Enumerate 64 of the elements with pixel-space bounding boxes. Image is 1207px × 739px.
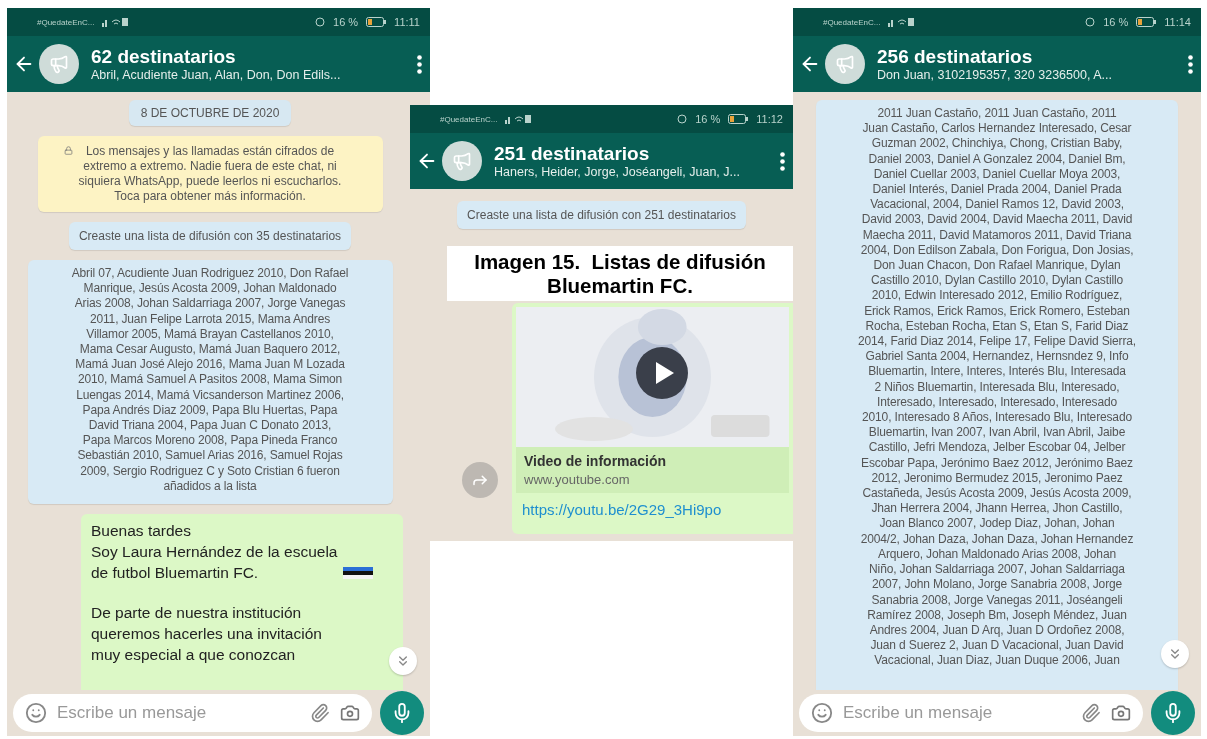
message-text: Buenas tardes Soy Laura Hernández de la escuela de futbol Bluemartin FC. <box>91 521 338 584</box>
avatar[interactable] <box>442 141 482 181</box>
attach-icon[interactable] <box>1081 703 1101 723</box>
date-chip: 8 DE OCTUBRE DE 2020 <box>128 100 292 126</box>
more-icon <box>417 54 422 74</box>
carrier-text: #QuedateEnC... <box>37 17 95 27</box>
battery-text: 16 % <box>695 113 721 125</box>
battery-icon <box>366 17 387 27</box>
recipients-message: Abril 07, Acudiente Juan Rodriguez 2010, Don Rafael Manrique, Jesús Acosta 2009, Johan Maldonado Arias 2008, Johan Saldarriaga 2007, Jorge Vanegas 2011, Juan Felipe Larrota 2015, Mama Andres Villamor 2005, Mamá Brayan Castellanos 2010, Mama Cesar Augusto, Mamá Juan Baquero 2012, Mamá Juan José Alejo 2016, Mama Juan M Lozada 2010, Mamá Samuel A Pasitos 2008, Mama Simon Luengas 2014, Mamá Vicsanderson Martinez 2006, Papa Andrés Diaz 2009, Papa Blu Huertas, Papa David Triana 2004, Papa Juan C Donato 2013, Papa Marcos Moreno 2008, Papa Pineda Franco Sebastián 2010, Samuel Arias 2016, Samuel Rojas 2009, Sergio Rodriguez C y Soto Cristian 6 fueron añadidos a la lista <box>27 260 393 505</box>
system-message: Creaste una lista de difusión con 35 destinatarios <box>68 222 352 250</box>
more-icon <box>780 151 785 171</box>
message-text: De parte de nuestra institución queremos hacerles una invitación muy especial a que conozcan <box>91 603 322 666</box>
battery-text: 16 % <box>1103 16 1129 28</box>
chat-subtitle: Haners, Heider, Jorge, Joséangeli, Juan, J... <box>494 165 741 179</box>
attach-icon[interactable] <box>310 703 330 723</box>
scroll-down-button[interactable] <box>1161 640 1189 668</box>
preview-title: Video de información <box>524 453 668 469</box>
chat-subtitle: Don Juan, 3102195357, 320 3236500, A... <box>877 68 1113 82</box>
signal-icon <box>505 114 532 124</box>
lock-icon <box>63 146 73 155</box>
camera-icon[interactable] <box>340 703 360 723</box>
emoji-icon[interactable] <box>25 702 47 724</box>
message-placeholder: Escribe un mensaje <box>57 703 208 723</box>
battery-icon <box>728 114 749 124</box>
notice-text: Los mensajes y las llamadas están cifrados de extremo a extremo. Nadie fuera de este chat, ni siquiera WhatsApp, puede leerlos ni escucharlos. Toca para obtener más información. <box>78 144 342 203</box>
emoji-icon[interactable] <box>811 702 833 724</box>
chat-subtitle: Abril, Acudiente Juan, Alan, Don, Don Edils... <box>91 68 342 82</box>
figure-caption: Imagen 15. Listas de difusión Bluemartin FC. <box>447 246 793 301</box>
system-message: Creaste una lista de difusión con 251 destinatarios <box>457 201 746 229</box>
battery-text: 16 % <box>333 16 359 28</box>
megaphone-icon <box>452 151 472 171</box>
signal-icon <box>102 17 129 27</box>
clock-text: 11:11 <box>394 16 420 28</box>
clock-text: 11:14 <box>1164 16 1191 28</box>
menu-button[interactable] <box>780 151 785 171</box>
message-field[interactable]: Escribe un mensaje <box>13 694 372 732</box>
megaphone-icon <box>49 54 69 74</box>
encryption-notice[interactable]: Los mensajes y las llamadas están cifrados de extremo a extremo. Nadie fuera de este chat, ni siquiera WhatsApp, puede leerlos ni escucharlos. Toca para obtener más información. <box>37 136 383 212</box>
signal-icon <box>888 17 915 27</box>
preview-domain: www.youtube.com <box>524 472 631 487</box>
chat-title: 256 destinatarios <box>877 46 1034 68</box>
flag-icon <box>343 567 374 580</box>
link-preview-message[interactable]: Video de información www.youtube.com https://youtu.be/2G29_3Hi9po <box>512 303 793 534</box>
menu-button[interactable] <box>417 54 422 74</box>
message-placeholder: Escribe un mensaje <box>843 703 994 723</box>
recipients-message: 2011 Juan Castaño, 2011 Juan Castaño, 2011 Juan Castaño, Carlos Hernandez Interesado, Cesar Guzman 2002, Chinchiya, Chong, Cristian Baby, Daniel 2003, Daniel A Gonzalez 2004, Daniel Bm, Daniel Cuellar 2003, Daniel Cuellar Moya 2003, Daniel Interés, Daniel Prada 2004, Daniel Prada Vacacional, 2004, Daniel Ramos 12, David 2003, David 2003, David 2004, David Maecha 2011, David Maecha 2011, David Matamoros 2011, David Triana 2004, Don Edilson Zabala, Don Forigua, Don Josias, Don Juan Chacon, Don Rafael Manrique, Dylan Castillo 2010, Dylan Castillo 2010, Dylan Castillo 2010, Edwin Interesado 2012, Emilio Rodríguez, Erick Ramos, Erick Ramos, Erick Romero, Esteban Rocha, Esteban Rocha, Etan S, Etan S, Farid Diaz 2014, Farid Diaz 2014, Felipe 17, Felipe David Sierra, Gabriel Santa 2004, Hernandez, Hernsndez 9, Info Bluemartin, Intere, Interes, Interés Blu, Interesada 2 Niños Bluemartin, Interesada Blu, Interesado, Interesado, Interesado, Interesado, Interesado 2010, Interesado 8 Años, Interesado Blu, Interesado Bluemartin, Ivan 2007, Ivan Abril, Ivan Abril, Jaibe Castillo, Jefri Mendoza, Jelber Escobar 04, Jelber Escobar Papa, Jerónimo Baez 2012, Jerónimo Baez 2012, Jeronimo Bermudez 2015, Jeronimo Paez Castañeda, Jesús Acosta 2009, Jesús Acosta 2009, Jhan Herrera 2004, Jhann Herrea, Jhon Castillo, Joan Blanco 2007, Jodep Diaz, Johan, Johan 2004/2, Johan Daza, Johan Daza, Johan Hernandez Arquero, Johan Maldonado Arias 2008, Johan Niño, Johan Saldarriaga 2007, Johan Saldarriaga 2007, John Molano, Jorge Sanabria 2008, Jorge Sanabria 2008, Jorge Vanegas 2011, Joséangeli Ramírez 2008, Joseph Bm, Joseph Méndez, Juan Andres 2004, Juan D Arq, Juan D Ordoñez 2008, Juan d Suerez 2, Juan D Vacacional, Juan David Vacacional, Juan Diaz, Juan Duque 2006, Juan <box>816 100 1178 690</box>
menu-button[interactable] <box>1188 54 1193 74</box>
carrier-text: #QuedateEnC... <box>823 17 881 27</box>
carrier-text: #QuedateEnC... <box>440 114 498 124</box>
mic-button[interactable] <box>380 691 424 735</box>
clock-text: 11:12 <box>756 113 783 125</box>
camera-icon[interactable] <box>1111 703 1131 723</box>
megaphone-icon <box>835 54 855 74</box>
chat-title: 251 destinatarios <box>494 143 651 165</box>
avatar[interactable] <box>825 44 865 84</box>
play-icon[interactable] <box>636 347 688 399</box>
battery-icon <box>1136 17 1157 27</box>
chat-title: 62 destinatarios <box>91 46 237 68</box>
more-icon <box>1188 54 1193 74</box>
message-field[interactable]: Escribe un mensaje <box>799 694 1143 732</box>
video-link[interactable]: https://youtu.be/2G29_3Hi9po <box>516 493 789 530</box>
avatar[interactable] <box>39 44 79 84</box>
mic-button[interactable] <box>1151 691 1195 735</box>
scroll-down-button[interactable] <box>389 647 417 675</box>
